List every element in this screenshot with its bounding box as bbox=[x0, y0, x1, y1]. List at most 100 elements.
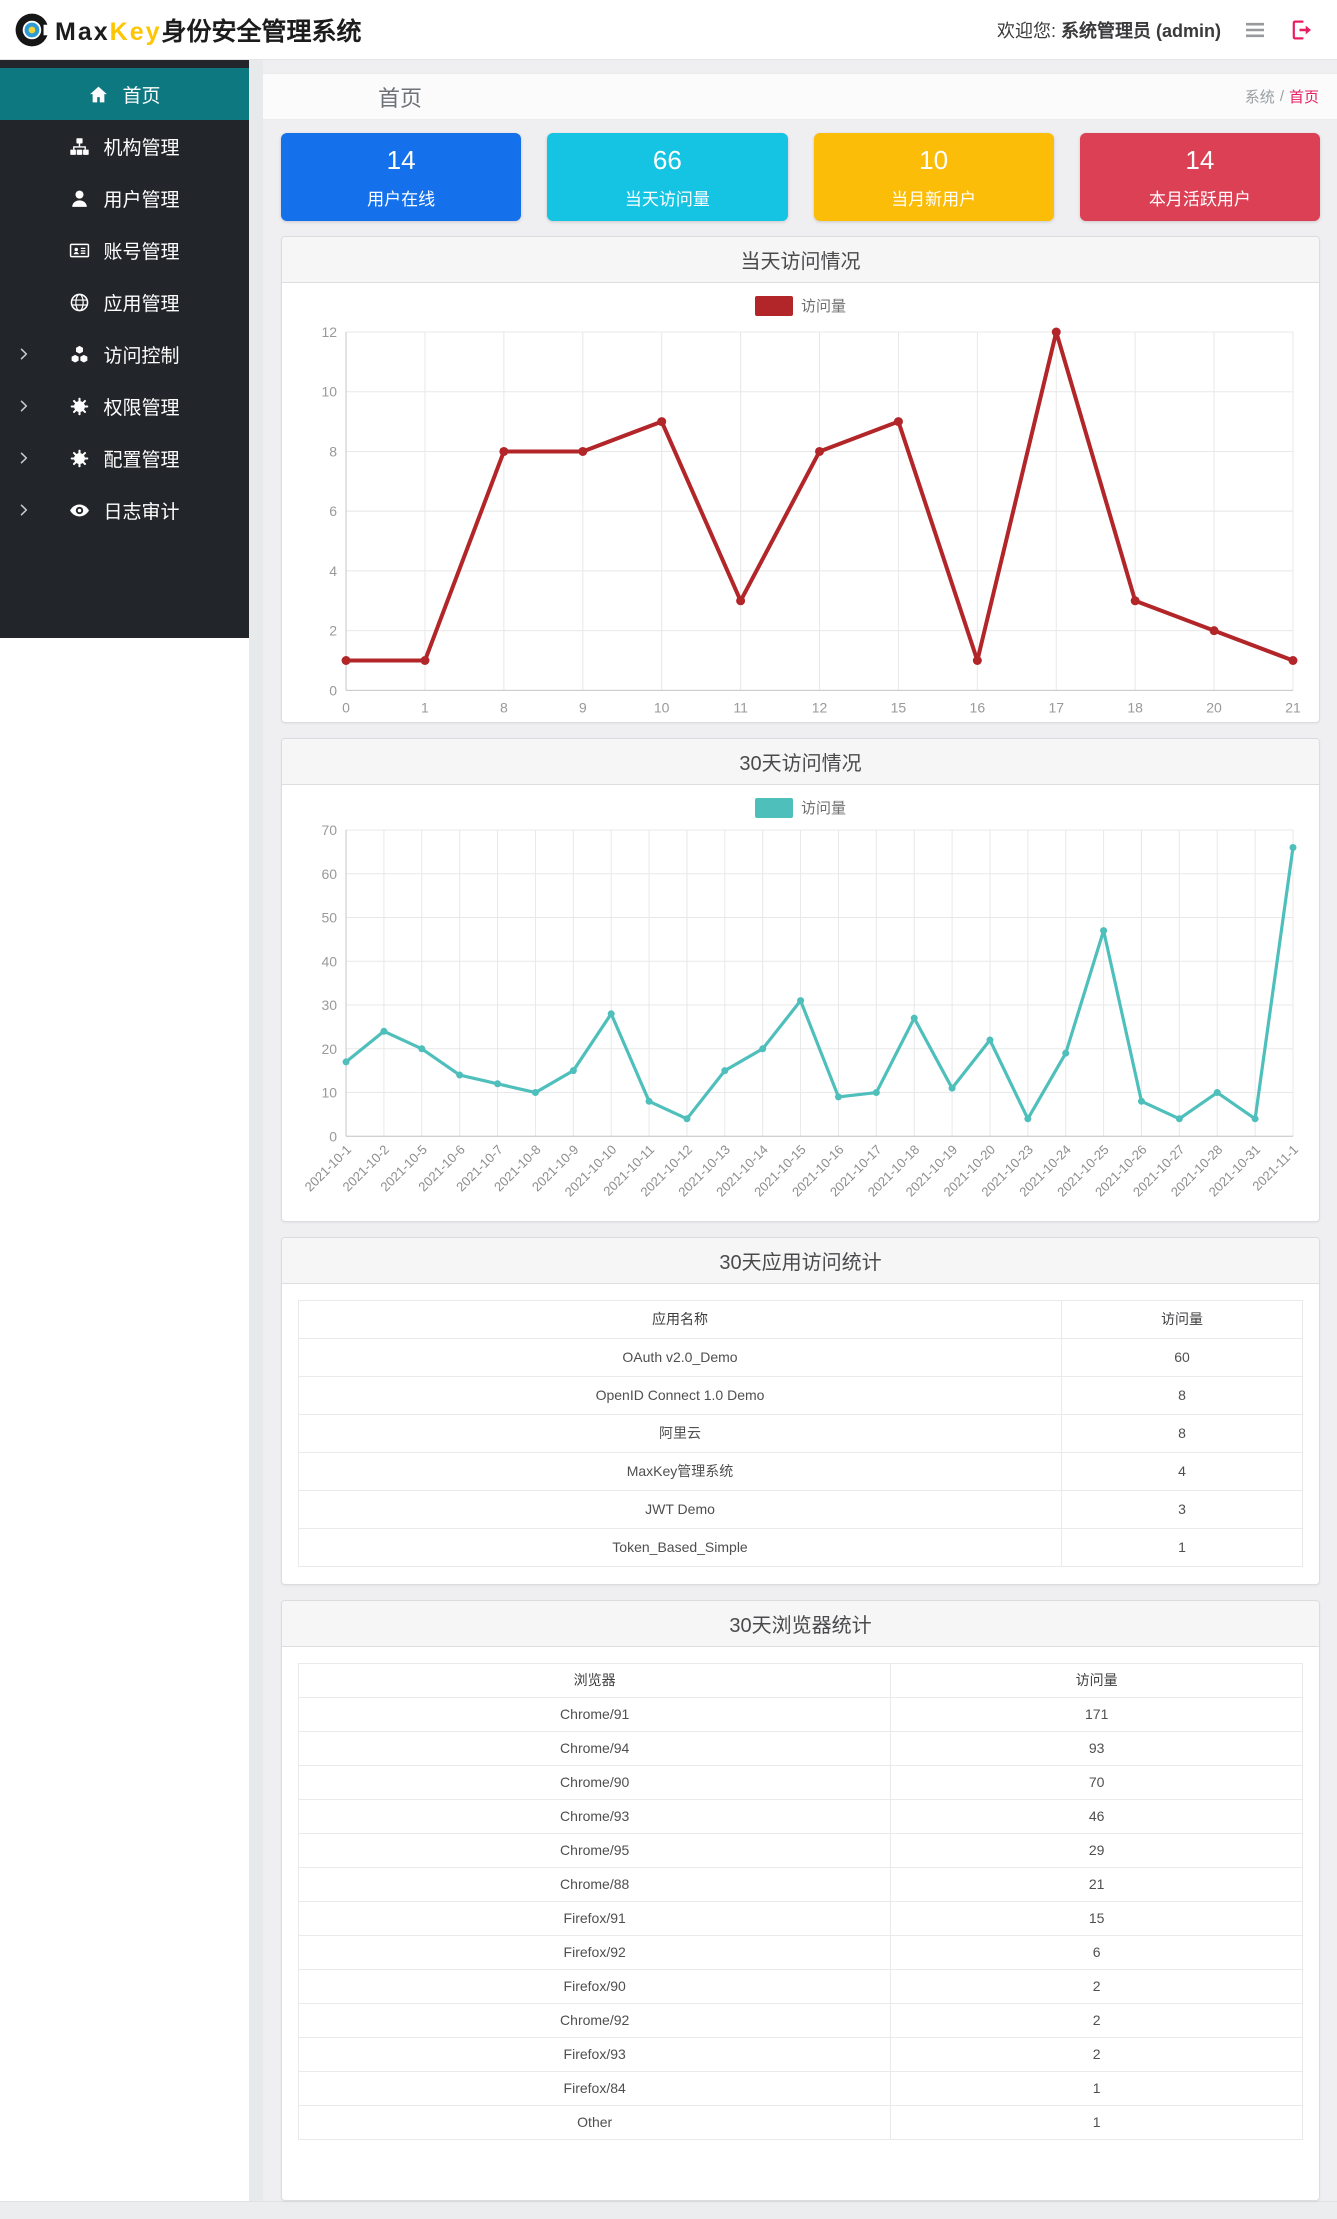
chevron-right-icon bbox=[15, 450, 32, 467]
chevron-right-icon bbox=[15, 346, 32, 363]
table-cell: 2 bbox=[890, 2036, 1303, 2072]
svg-text:50: 50 bbox=[321, 910, 337, 926]
maxkey-logo-icon bbox=[15, 13, 52, 46]
visits-line-chart: 0246810120 1 8 9 10 11 12 15 16 17 18 20 21 bbox=[321, 324, 1301, 715]
table-cell: 3 bbox=[1061, 1489, 1303, 1529]
page-title: 首页 bbox=[378, 85, 423, 111]
menu-toggle-icon[interactable] bbox=[1243, 18, 1267, 42]
table-row: Chrome/95 29 bbox=[297, 1832, 1303, 1868]
table-row: Token_Based_Simple 1 bbox=[297, 1527, 1303, 1567]
breadcrumb-root-link[interactable]: 系统 bbox=[1245, 86, 1275, 107]
chevron-right-icon bbox=[15, 398, 32, 415]
sidebar-item-label: 日志审计 bbox=[103, 501, 180, 523]
today-visits-chart: 访问量 0 2 4 6 8 10 12 0 1 8 9 10 11 12 15 16 17 18 20 21 bbox=[282, 283, 1319, 722]
svg-text:0: 0 bbox=[329, 1129, 337, 1145]
sidebar-item-org[interactable]: 机构管理 bbox=[0, 120, 249, 172]
table-cell: Token_Based_Simple bbox=[297, 1527, 1063, 1567]
table-cell: Firefox/90 bbox=[297, 1968, 892, 2004]
breadcrumb-current-link[interactable]: 首页 bbox=[1289, 86, 1319, 107]
table-row: MaxKey管理系统 4 bbox=[297, 1451, 1303, 1491]
svg-text:16: 16 bbox=[970, 699, 986, 715]
table-header-cell: 访问量 bbox=[1061, 1299, 1303, 1339]
svg-text:12: 12 bbox=[321, 324, 337, 340]
app-title: MaxKey身份安全管理系统 bbox=[55, 17, 362, 46]
panel-title-30day-visits: 30天访问情况 bbox=[282, 739, 1319, 786]
sidebar-item-home[interactable]: 首页 bbox=[0, 68, 249, 120]
table-header-row: 应用名称 访问量 bbox=[297, 1299, 1303, 1339]
table-cell: Firefox/84 bbox=[297, 2070, 892, 2106]
table-row: Firefox/93 2 bbox=[297, 2036, 1303, 2072]
sidebar-item-audit[interactable]: 日志审计 bbox=[0, 484, 249, 536]
svg-text:40: 40 bbox=[321, 954, 337, 970]
svg-text:9: 9 bbox=[579, 699, 587, 715]
app-logo: MaxKey身份安全管理系统 bbox=[14, 11, 362, 49]
sidebar-item-config[interactable]: 配置管理 bbox=[0, 432, 249, 484]
table-row: Firefox/91 15 bbox=[297, 1900, 1303, 1936]
sidebar-item-label: 账号管理 bbox=[103, 241, 180, 263]
chevron-right-icon bbox=[15, 502, 32, 519]
sidebar-item-label: 访问控制 bbox=[103, 345, 180, 367]
table-cell: JWT Demo bbox=[297, 1489, 1063, 1529]
svg-text:11: 11 bbox=[733, 699, 748, 715]
stat-card-label: 本月活跃用户 bbox=[1148, 189, 1251, 209]
stat-card-value: 10 bbox=[919, 144, 949, 175]
panel-title-today-visits: 当天访问情况 bbox=[282, 237, 1319, 283]
stats-table: 浏览器 访问量 Chrome/91 171 Chrome/94 93 Chrome/90 70… bbox=[297, 1662, 1303, 2140]
welcome-text: 欢迎您: 系统管理员 (admin) bbox=[996, 20, 1221, 41]
panel-today-visits: 当天访问情况 访问量 0 2 4 6 8 10 12 0 1 8 9 10 11 12 15 16 17 18 20 2… bbox=[281, 236, 1320, 724]
svg-text:10: 10 bbox=[654, 699, 670, 715]
sidebar-item-accounts[interactable]: 账号管理 bbox=[0, 224, 249, 276]
svg-text:17: 17 bbox=[1048, 699, 1064, 715]
sidebar-item-access-control[interactable]: 访问控制 bbox=[0, 328, 249, 380]
svg-text:1: 1 bbox=[421, 699, 429, 715]
chart-legend[interactable]: 访问量 bbox=[296, 785, 1305, 822]
table-cell: 171 bbox=[890, 1696, 1303, 1732]
legend-swatch bbox=[754, 295, 793, 316]
table-cell: 70 bbox=[890, 1764, 1303, 1800]
table-cell: 1 bbox=[1061, 1527, 1303, 1567]
breadcrumb-separator: / bbox=[1279, 88, 1284, 105]
table-cell: Chrome/90 bbox=[297, 1764, 892, 1800]
table-cell: Firefox/91 bbox=[297, 1900, 892, 1936]
stats-table: 应用名称 访问量 OAuth v2.0_Demo 60 OpenID Connect 1… bbox=[297, 1299, 1303, 1567]
table-row: 阿里云 8 bbox=[297, 1413, 1303, 1453]
sidebar-item-permissions[interactable]: 权限管理 bbox=[0, 380, 249, 432]
sidebar-item-label: 配置管理 bbox=[103, 449, 180, 471]
svg-text:70: 70 bbox=[321, 822, 337, 838]
sitemap-icon bbox=[70, 137, 90, 155]
table-cell: 2 bbox=[890, 2002, 1303, 2038]
table-row: OpenID Connect 1.0 Demo 8 bbox=[297, 1375, 1303, 1415]
logout-icon[interactable] bbox=[1289, 18, 1313, 42]
svg-text:6: 6 bbox=[329, 503, 337, 519]
table-cell: 1 bbox=[890, 2070, 1303, 2106]
svg-text:60: 60 bbox=[321, 866, 337, 882]
chart-legend[interactable]: 访问量 bbox=[296, 283, 1305, 320]
table-cell: Chrome/91 bbox=[297, 1696, 892, 1732]
svg-text:4: 4 bbox=[329, 563, 337, 579]
sidebar-item-apps[interactable]: 应用管理 bbox=[0, 276, 249, 328]
table-cell: 29 bbox=[890, 1832, 1303, 1868]
table-cell: Firefox/93 bbox=[297, 2036, 892, 2072]
svg-text:0: 0 bbox=[342, 699, 350, 715]
globe-icon bbox=[71, 293, 89, 311]
table-cell: Chrome/92 bbox=[297, 2002, 892, 2038]
stat-card-value: 14 bbox=[1185, 144, 1215, 175]
sidebar-item-users[interactable]: 用户管理 bbox=[0, 172, 249, 224]
table-cell: 8 bbox=[1061, 1375, 1303, 1415]
table-cell: MaxKey管理系统 bbox=[297, 1451, 1063, 1491]
legend-label: 访问量 bbox=[800, 800, 846, 818]
svg-text:15: 15 bbox=[891, 699, 907, 715]
svg-text:10: 10 bbox=[321, 384, 337, 400]
cubes-icon bbox=[72, 345, 88, 363]
table-row: Firefox/92 6 bbox=[297, 1934, 1303, 1970]
cogs-icon bbox=[71, 449, 89, 467]
sidebar-item-label: 应用管理 bbox=[103, 293, 180, 315]
svg-text:8: 8 bbox=[500, 699, 508, 715]
page-footer bbox=[0, 2200, 1337, 2219]
svg-text:30: 30 bbox=[321, 997, 337, 1013]
stat-card-3: 14 本月活跃用户 bbox=[1079, 133, 1320, 221]
sidebar-item-label: 用户管理 bbox=[103, 189, 180, 211]
eye-icon bbox=[70, 504, 90, 516]
svg-text:2: 2 bbox=[329, 623, 337, 639]
stat-card-1: 66 当天访问量 bbox=[547, 133, 788, 221]
